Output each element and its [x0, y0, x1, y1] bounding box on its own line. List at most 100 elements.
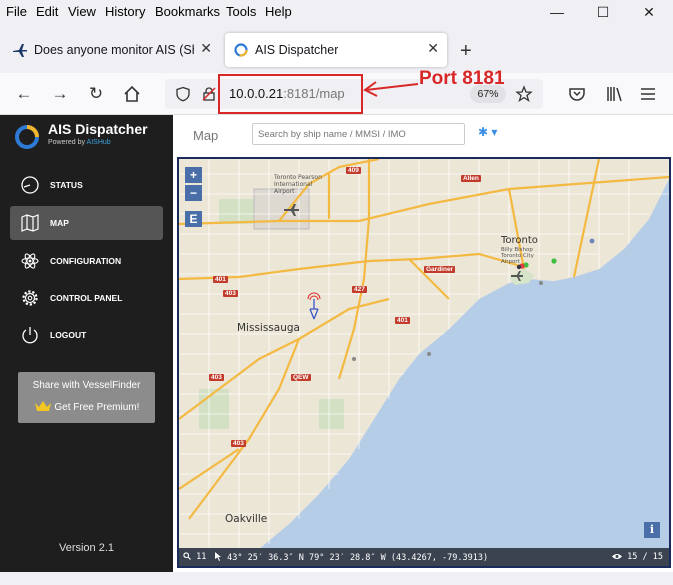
- highway-shield: 403: [223, 290, 238, 297]
- forward-arrow-icon[interactable]: →: [49, 83, 71, 105]
- ship-marker[interactable]: [539, 281, 543, 285]
- cursor-coordinates: 43° 25′ 36.3″ N 79° 23′ 28.8″ W (43.4267…: [215, 552, 488, 563]
- menu-history[interactable]: History: [105, 4, 145, 19]
- aishub-link[interactable]: AISHub: [87, 139, 111, 146]
- menu-tools[interactable]: Tools: [226, 4, 256, 19]
- highway-shield: 401: [395, 317, 410, 324]
- tab-label: Does anyone monitor AIS (Ship: [34, 43, 194, 57]
- map-label-oakville: Oakville: [225, 513, 268, 525]
- sidebar-item-logout[interactable]: LOGOUT: [10, 318, 163, 352]
- coordinates-value: 43° 25′ 36.3″ N 79° 23′ 28.8″ W (43.4267…: [227, 553, 489, 563]
- tab-ais-forum[interactable]: Does anyone monitor AIS (Ship ✕: [4, 33, 220, 67]
- sidebar: AIS Dispatcher Powered by AISHub STATUS …: [0, 115, 173, 572]
- tab-close-icon[interactable]: ✕: [200, 40, 212, 57]
- sidebar-item-configuration[interactable]: CONFIGURATION: [10, 244, 163, 278]
- search-count: 11: [183, 552, 206, 562]
- search-icon: [183, 552, 191, 560]
- bookmark-star-icon[interactable]: [515, 85, 533, 103]
- sidebar-item-control-panel[interactable]: CONTROL PANEL: [10, 281, 163, 315]
- highway-shield: 401: [213, 276, 228, 283]
- url-highlight-box: [218, 74, 363, 114]
- back-arrow-icon[interactable]: ←: [13, 83, 35, 105]
- ship-search-input[interactable]: [252, 123, 465, 145]
- pocket-icon[interactable]: [566, 83, 588, 105]
- map-tiles[interactable]: [179, 159, 669, 566]
- page-title: Map: [193, 128, 219, 143]
- ship-marker[interactable]: [352, 357, 356, 361]
- highway-shield: 427: [352, 286, 367, 293]
- highway-shield: 403: [209, 374, 224, 381]
- ship-marker[interactable]: [589, 238, 595, 244]
- clock-icon: [21, 176, 39, 194]
- brand-subtitle: Powered by AISHub: [48, 139, 111, 146]
- map-label-allen: Allen: [461, 175, 481, 182]
- map-view[interactable]: Toronto Pearson International Airport To…: [177, 157, 671, 568]
- home-icon[interactable]: [121, 83, 143, 105]
- reload-icon[interactable]: ↻: [85, 83, 107, 105]
- zoom-out-button[interactable]: −: [185, 185, 202, 201]
- vesselfinder-promo-button[interactable]: Share with VesselFinder Get Free Premium…: [18, 372, 155, 423]
- zoom-in-button[interactable]: +: [185, 167, 202, 183]
- close-window-button[interactable]: ✕: [639, 4, 659, 21]
- tab-close-icon[interactable]: ✕: [427, 40, 439, 57]
- map-label-mississauga: Mississauga: [237, 322, 300, 334]
- insecure-lock-icon[interactable]: [201, 86, 217, 102]
- maximize-button[interactable]: ☐: [593, 4, 613, 21]
- map-label-billy-bishop: Billy Bishop Toronto City Airport: [501, 247, 534, 265]
- sidebar-item-label: STATUS: [50, 180, 83, 190]
- brand-title: AIS Dispatcher: [48, 121, 148, 137]
- main-content: Map ✱ ▾: [173, 115, 673, 572]
- highway-shield: 409: [346, 167, 361, 174]
- menu-view[interactable]: View: [68, 4, 96, 19]
- tab-ais-dispatcher[interactable]: AIS Dispatcher ✕: [225, 33, 447, 67]
- atom-icon: [21, 253, 39, 269]
- menu-bar: File Edit View History Bookmarks Tools H…: [0, 0, 673, 27]
- new-tab-button[interactable]: +: [460, 40, 472, 63]
- ship-marker[interactable]: [551, 258, 557, 264]
- menu-edit[interactable]: Edit: [36, 4, 58, 19]
- ship-count-value: 15 / 15: [627, 552, 663, 562]
- map-info-button[interactable]: i: [644, 522, 660, 538]
- sidebar-item-status[interactable]: STATUS: [10, 168, 163, 202]
- map-label-qew: QEW: [291, 374, 311, 381]
- annotation-arrow-icon: [363, 81, 419, 97]
- sidebar-item-label: CONTROL PANEL: [50, 293, 123, 303]
- tab-bar: Does anyone monitor AIS (Ship ✕ AIS Disp…: [0, 27, 673, 73]
- ship-marker[interactable]: [427, 352, 431, 356]
- map-settings-gear-icon[interactable]: ✱ ▾: [478, 125, 497, 139]
- highway-shield: 403: [231, 440, 246, 447]
- search-count-value: 11: [196, 552, 207, 562]
- subtitle-prefix: Powered by: [48, 139, 87, 146]
- sidebar-item-label: LOGOUT: [50, 330, 87, 340]
- eye-icon: [612, 554, 623, 559]
- promo-line2-text: Get Free Premium!: [54, 402, 140, 413]
- sidebar-item-label: MAP: [50, 218, 69, 228]
- ais-dispatcher-logo-icon: [15, 125, 39, 149]
- ship-count: 15 / 15: [612, 552, 663, 562]
- ship-marker[interactable]: [516, 264, 522, 270]
- promo-line1: Share with VesselFinder: [32, 380, 141, 391]
- park: [199, 389, 229, 429]
- menu-help[interactable]: Help: [265, 4, 292, 19]
- gear-icon: [22, 290, 38, 306]
- shield-icon[interactable]: [175, 86, 191, 102]
- sidebar-item-map[interactable]: MAP: [10, 206, 163, 240]
- version-label: Version 2.1: [58, 542, 115, 554]
- map-status-bar: 11 43° 25′ 36.3″ N 79° 23′ 28.8″ W (43.4…: [179, 548, 669, 566]
- promo-line2: Get Free Premium!: [18, 400, 155, 413]
- menu-bookmarks[interactable]: Bookmarks: [155, 4, 220, 19]
- map-label-gardiner: Gardiner: [424, 266, 456, 273]
- loading-ring-icon: [234, 43, 248, 57]
- cursor-pointer-icon: [215, 552, 221, 561]
- map-label-airport: Toronto Pearson International Airport: [274, 174, 322, 195]
- crown-icon: [34, 401, 51, 411]
- menu-file[interactable]: File: [6, 4, 27, 19]
- sidebar-item-label: CONFIGURATION: [50, 256, 122, 266]
- hamburger-menu-icon[interactable]: [637, 83, 659, 105]
- library-icon[interactable]: [603, 83, 625, 105]
- minimize-button[interactable]: —: [547, 4, 567, 20]
- airplane-icon: [13, 44, 27, 57]
- map-layer-button[interactable]: E: [185, 211, 202, 227]
- map-icon: [21, 214, 39, 232]
- map-label-toronto: Toronto: [501, 235, 538, 246]
